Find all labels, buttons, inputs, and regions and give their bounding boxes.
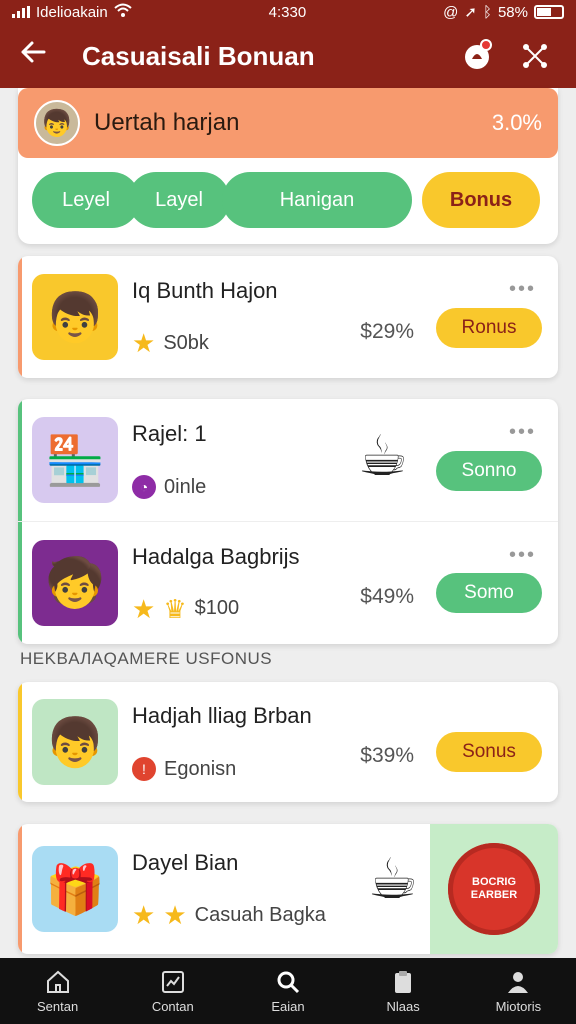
- notification-dot: [480, 39, 492, 51]
- item-price: $49%: [360, 585, 414, 608]
- sonno-button[interactable]: Sonno: [436, 451, 542, 491]
- item-meta: $100: [194, 597, 240, 619]
- item-price: $39%: [360, 744, 414, 767]
- battery-icon: [534, 5, 564, 19]
- app-header: Casuaisali Bonuan: [0, 24, 576, 88]
- list-item[interactable]: 👦 Hadjah lliag Brban ! Egonisn $39% Sonu…: [18, 682, 558, 802]
- item-price: $29%: [360, 320, 414, 343]
- bonus-card: 👦 Iq Bunth Hajon ★ S0bk $29% ••• Ronus: [18, 256, 558, 378]
- section-heading: HEKBAЛAQAMERE USFONUS: [20, 649, 273, 668]
- bluetooth-icon: ᛒ: [482, 3, 492, 21]
- item-title: Iq Bunth Hajon: [132, 278, 278, 303]
- search-icon: [277, 971, 300, 993]
- nav-item-profile[interactable]: Miotoris: [468, 969, 568, 1014]
- person-icon: [508, 971, 529, 993]
- boy-avatar-icon: 👦: [32, 274, 118, 360]
- nav-label: Sentan: [36, 998, 79, 1014]
- more-options-icon[interactable]: •••: [509, 421, 536, 444]
- bonus-card: 🏪 Rajel: 1 ◔ 0inle ☕ ••• Sonno 🧒 Hadalga…: [18, 399, 558, 644]
- star-icon: ★: [132, 900, 156, 930]
- nav-label: Eaian: [271, 998, 305, 1014]
- somo-button[interactable]: Somo: [436, 573, 542, 613]
- profile-card: 👦 Uertah harjan 3.0% Leyel Layel Hanigan…: [18, 88, 558, 244]
- item-meta: 0inle: [164, 475, 207, 498]
- featured-card: 🎁 Dayel Bian ★ ★ Casuah Bagka ☕ BOCRIG E…: [18, 824, 558, 954]
- alarm-icon: @: [443, 3, 459, 21]
- item-meta: S0bk: [163, 331, 209, 354]
- boy-avatar-icon: 👦: [32, 699, 118, 785]
- signal-icon: [12, 6, 30, 18]
- wifi-icon: [114, 3, 132, 21]
- filter-tabs: Leyel Layel Hanigan Bonus: [18, 158, 558, 242]
- list-item[interactable]: 🧒 Hadalga Bagbrijs ★ ♛ $100 $49% ••• Som…: [18, 521, 558, 643]
- share-icon: [523, 44, 547, 68]
- status-bar: Idelioakain 4:330 @ ➚ ᛒ 58%: [0, 0, 576, 24]
- smiley-mug-icon: ☕: [357, 424, 408, 487]
- item-meta: Egonisn: [164, 757, 237, 780]
- profile-name: Uertah harjan: [94, 109, 240, 136]
- shop-icon: 🏪: [32, 417, 118, 503]
- tab-leyel[interactable]: Leyel: [32, 172, 140, 228]
- bottom-navigation: Sentan Contan Eaian Nlaas Miotoris: [0, 958, 576, 1024]
- sonus-button[interactable]: Sonus: [436, 732, 542, 772]
- list-item[interactable]: 👦 Iq Bunth Hajon ★ S0bk $29% ••• Ronus: [18, 256, 558, 378]
- page-title: Casuaisali Bonuan: [82, 40, 315, 71]
- item-title: Hadalga Bagbrijs: [132, 543, 300, 569]
- crown-icon: ♛: [163, 593, 187, 624]
- tab-hanigan[interactable]: Hanigan: [222, 172, 412, 228]
- badge-panel: BOCRIG EARBER: [430, 824, 558, 954]
- share-button[interactable]: [512, 33, 558, 79]
- list-item[interactable]: 🎁 Dayel Bian ★ ★ Casuah Bagka ☕ BOCRIG E…: [18, 824, 558, 954]
- avatar: 👦: [34, 100, 80, 146]
- item-meta: Casuah Bagka: [194, 903, 326, 926]
- clipboard-icon: [395, 970, 412, 993]
- nav-label: Nlaas: [386, 998, 420, 1014]
- nav-item-content[interactable]: Contan: [123, 969, 223, 1014]
- chart-icon: [161, 970, 184, 993]
- featured-card: 👦 Hadjah lliag Brban ! Egonisn $39% Sonu…: [18, 682, 558, 802]
- location-icon: ➚: [464, 4, 477, 21]
- star-icon: ★: [163, 900, 187, 930]
- more-options-icon[interactable]: •••: [509, 278, 536, 301]
- timer-icon: ◔: [132, 475, 156, 499]
- alert-icon: !: [132, 757, 156, 781]
- notifications-button[interactable]: [454, 33, 500, 79]
- item-title: Rajel: 1: [132, 421, 207, 446]
- list-item[interactable]: 🏪 Rajel: 1 ◔ 0inle ☕ ••• Sonno: [18, 399, 558, 521]
- profile-bar[interactable]: 👦 Uertah harjan 3.0%: [18, 88, 558, 158]
- gift-box-icon: 🎁: [32, 846, 118, 932]
- nav-item-search[interactable]: Eaian: [238, 969, 338, 1014]
- bonus-badge[interactable]: BOCRIG EARBER: [448, 843, 540, 935]
- nav-label: Contan: [151, 998, 194, 1014]
- carrier-label: Idelioakain: [36, 3, 108, 21]
- item-title: Hadjah lliag Brban: [132, 703, 312, 728]
- ronus-button[interactable]: Ronus: [436, 308, 542, 348]
- character-avatar-icon: 🧒: [32, 539, 118, 626]
- mug-icon: ☕: [367, 847, 418, 910]
- nav-label: Miotoris: [495, 998, 542, 1014]
- more-options-icon[interactable]: •••: [509, 544, 536, 567]
- nav-item-notes[interactable]: Nlaas: [353, 969, 453, 1014]
- star-icon: ★: [132, 328, 156, 358]
- star-icon: ★: [132, 593, 156, 624]
- clock: 4:330: [268, 3, 307, 21]
- battery-percent: 58%: [497, 3, 528, 21]
- tab-bonus[interactable]: Bonus: [422, 172, 540, 228]
- back-arrow-icon[interactable]: [18, 37, 60, 75]
- profile-value: 3.0%: [491, 110, 542, 135]
- nav-item-home[interactable]: Sentan: [8, 969, 108, 1014]
- home-icon: [46, 970, 69, 993]
- tab-layel[interactable]: Layel: [128, 172, 230, 228]
